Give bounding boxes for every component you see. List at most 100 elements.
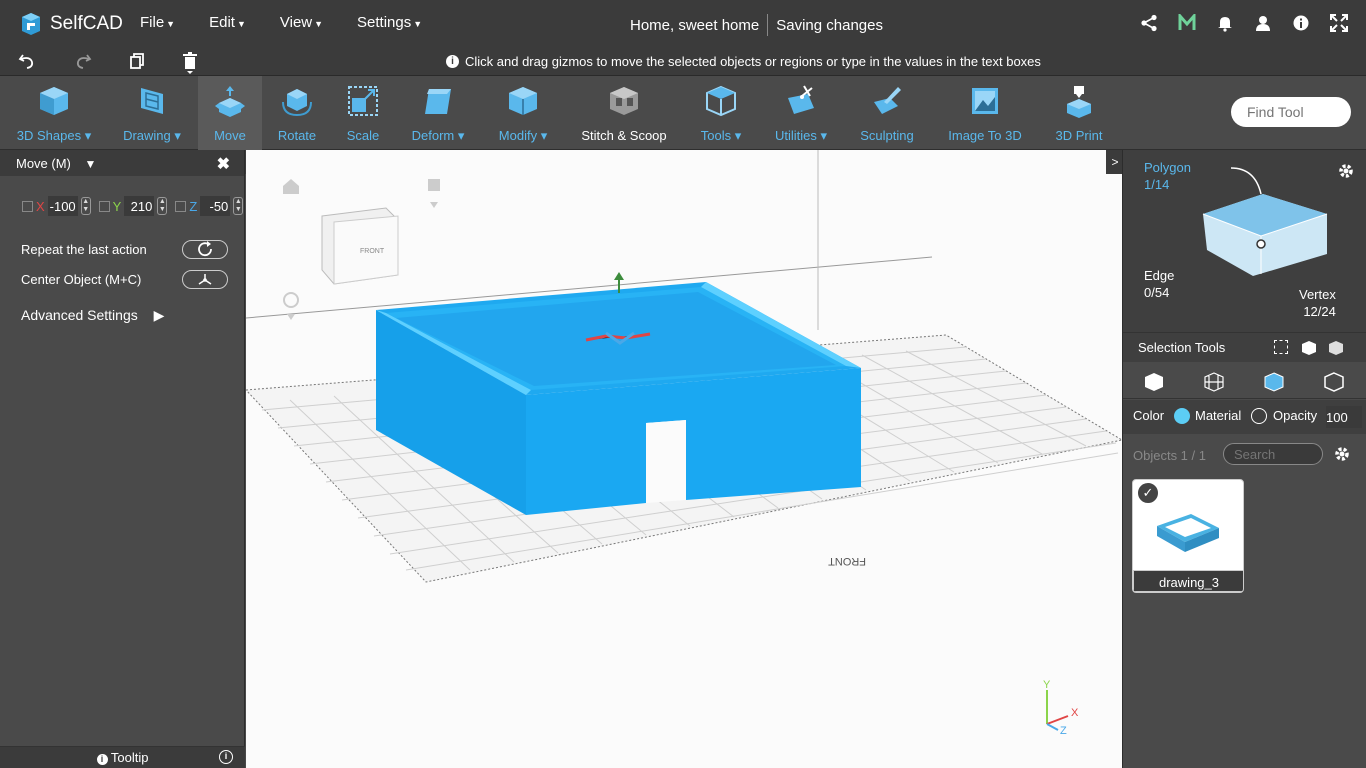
refresh-icon — [198, 241, 212, 257]
checkmark-icon[interactable]: ✓ — [1137, 482, 1159, 504]
x-stepper[interactable]: ▲ ▼ — [80, 197, 91, 215]
opacity-input[interactable] — [1326, 406, 1362, 428]
polygon-count: 1/14 — [1144, 177, 1170, 192]
stitch-scoop-icon — [610, 87, 638, 115]
chevron-down-icon[interactable] — [430, 202, 438, 208]
menu-edit[interactable]: Edit ▼ — [209, 14, 246, 31]
m-brand-icon[interactable] — [1178, 14, 1196, 32]
play-arrow-icon: ▶ — [153, 307, 165, 323]
chevron-down-icon: ▼ — [166, 19, 176, 29]
bell-icon[interactable] — [1216, 14, 1234, 32]
tool-move[interactable]: Move — [198, 76, 262, 150]
polygon-mode[interactable]: Polygon 1/14 — [1144, 160, 1191, 192]
tool-stitch-scoop-label: Stitch & Scoop — [581, 128, 667, 143]
menu-view[interactable]: View ▼ — [280, 14, 323, 31]
x-lock-checkbox[interactable] — [22, 200, 33, 212]
material-icon[interactable] — [1251, 408, 1267, 424]
tool-3d-shapes[interactable]: 3D Shapes ▾ — [8, 76, 100, 150]
wireframe-view-icon[interactable] — [1203, 371, 1225, 393]
share-icon[interactable] — [1140, 14, 1158, 32]
z-axis-label: Z — [189, 198, 198, 214]
menu-edit-label: Edit — [209, 14, 235, 31]
edge-mode[interactable]: Edge 0/54 — [1144, 268, 1174, 300]
x-value-input[interactable] — [47, 196, 78, 216]
undo-icon[interactable] — [18, 52, 36, 70]
menu-file[interactable]: File ▼ — [140, 14, 175, 31]
z-lock-checkbox[interactable] — [175, 200, 187, 212]
menu-settings[interactable]: Settings ▼ — [357, 14, 422, 31]
find-tool-input[interactable] — [1231, 97, 1351, 127]
home-view-icon[interactable] — [283, 179, 299, 194]
solid-wireframe-view-icon[interactable] — [1263, 371, 1285, 393]
move-panel: Move (M) ▼ ✖ X ▲▼ Y ▲▼ Z ▲▼ Repeat the l… — [0, 150, 245, 768]
tool-sculpting-label: Sculpting — [860, 128, 914, 143]
user-icon[interactable] — [1254, 14, 1272, 32]
tool-rotate[interactable]: Rotate — [268, 76, 326, 150]
solid-view-icon[interactable] — [1143, 371, 1165, 393]
gear-icon[interactable] — [1333, 445, 1351, 463]
tooltip-label: Tooltip — [110, 750, 149, 765]
selection-tools-label: Selection Tools — [1138, 340, 1226, 355]
tool-sculpting[interactable]: Sculpting — [852, 76, 922, 150]
material-label[interactable]: Material — [1195, 408, 1241, 423]
modify-icon — [509, 87, 537, 115]
selection-mode-widget: Polygon 1/14 Edge 0/54 Vertex 12/24 — [1123, 150, 1366, 332]
object-card[interactable]: ✓ drawing_3 — [1132, 479, 1244, 593]
tool-image-to-3d[interactable]: Image To 3D — [940, 76, 1030, 150]
sculpting-icon — [874, 87, 901, 114]
box-select-icon[interactable] — [1274, 340, 1288, 354]
chevron-down-icon[interactable] — [287, 314, 295, 320]
redo-icon[interactable] — [74, 52, 92, 70]
trash-icon[interactable] — [182, 52, 198, 74]
y-value-input[interactable] — [124, 196, 155, 216]
opacity-label: Opacity — [1273, 408, 1318, 423]
info-icon[interactable] — [1292, 14, 1310, 32]
info-toggle-icon[interactable]: i — [219, 750, 233, 764]
color-swatch[interactable] — [1174, 408, 1190, 424]
edge-count: 0/54 — [1144, 285, 1170, 300]
z-value-input[interactable] — [200, 196, 231, 216]
scene-canvas[interactable]: FRONT FRONT Y X Z — [246, 150, 1122, 768]
tool-scale[interactable]: Scale — [334, 76, 392, 150]
tool-drawing[interactable]: Drawing ▾ — [112, 76, 192, 150]
solid-select-icon[interactable] — [1327, 339, 1345, 357]
project-title[interactable]: Home, sweet home — [630, 17, 759, 34]
tool-modify[interactable]: Modify ▾ — [490, 76, 556, 150]
view-perspective-icon[interactable] — [428, 179, 440, 191]
tool-tools[interactable]: Tools ▾ — [690, 76, 752, 150]
grid-front-label: FRONT — [828, 555, 866, 567]
sub-toolbar: i Click and drag gizmos to move the sele… — [0, 48, 1366, 76]
3d-viewport[interactable]: FRONT FRONT Y X Z — [246, 150, 1122, 768]
cube-select-icon[interactable] — [1300, 339, 1318, 357]
object-search-input[interactable] — [1223, 443, 1323, 465]
y-lock-checkbox[interactable] — [98, 200, 110, 212]
z-stepper[interactable]: ▲ ▼ — [233, 197, 244, 215]
objects-header: Objects 1 / 1 — [1123, 435, 1366, 475]
tool-3d-print[interactable]: 3D Print — [1046, 76, 1112, 150]
chevron-down-icon[interactable]: ▼ — [85, 157, 97, 171]
repeat-last-action-button[interactable] — [182, 240, 228, 259]
y-coordinate: Y ▲▼ — [98, 196, 168, 216]
properties-panel: Polygon 1/14 Edge 0/54 Vertex 12/24 Sele… — [1122, 150, 1366, 768]
close-icon[interactable]: ✖ — [217, 154, 230, 174]
tool-3d-shapes-label: 3D Shapes — [16, 128, 82, 143]
vertex-mode[interactable]: Vertex 12/24 — [1299, 287, 1336, 319]
center-object-button[interactable] — [182, 270, 228, 289]
polygon-label: Polygon — [1144, 160, 1191, 175]
view-cube[interactable]: FRONT — [321, 207, 399, 285]
tool-stitch-scoop[interactable]: Stitch & Scoop — [574, 76, 674, 150]
advanced-settings-toggle[interactable]: Advanced Settings ▶ — [21, 307, 164, 324]
save-status: Saving changes — [776, 16, 883, 34]
tooltip-bar[interactable]: i Tooltip i — [0, 746, 245, 768]
viewcube-front-label: FRONT — [360, 248, 385, 255]
vertex-count: 12/24 — [1303, 304, 1336, 319]
app-logo[interactable]: SelfCAD — [18, 10, 123, 38]
tool-deform[interactable]: Deform ▾ — [402, 76, 474, 150]
globe-view-icon[interactable] — [283, 292, 299, 308]
tool-utilities[interactable]: Utilities ▾ — [766, 76, 836, 150]
y-stepper[interactable]: ▲ ▼ — [157, 197, 168, 215]
z-coordinate: Z ▲▼ — [175, 196, 244, 216]
copy-icon[interactable] — [128, 52, 146, 70]
fullscreen-icon[interactable] — [1330, 14, 1348, 32]
transparent-view-icon[interactable] — [1323, 371, 1345, 393]
